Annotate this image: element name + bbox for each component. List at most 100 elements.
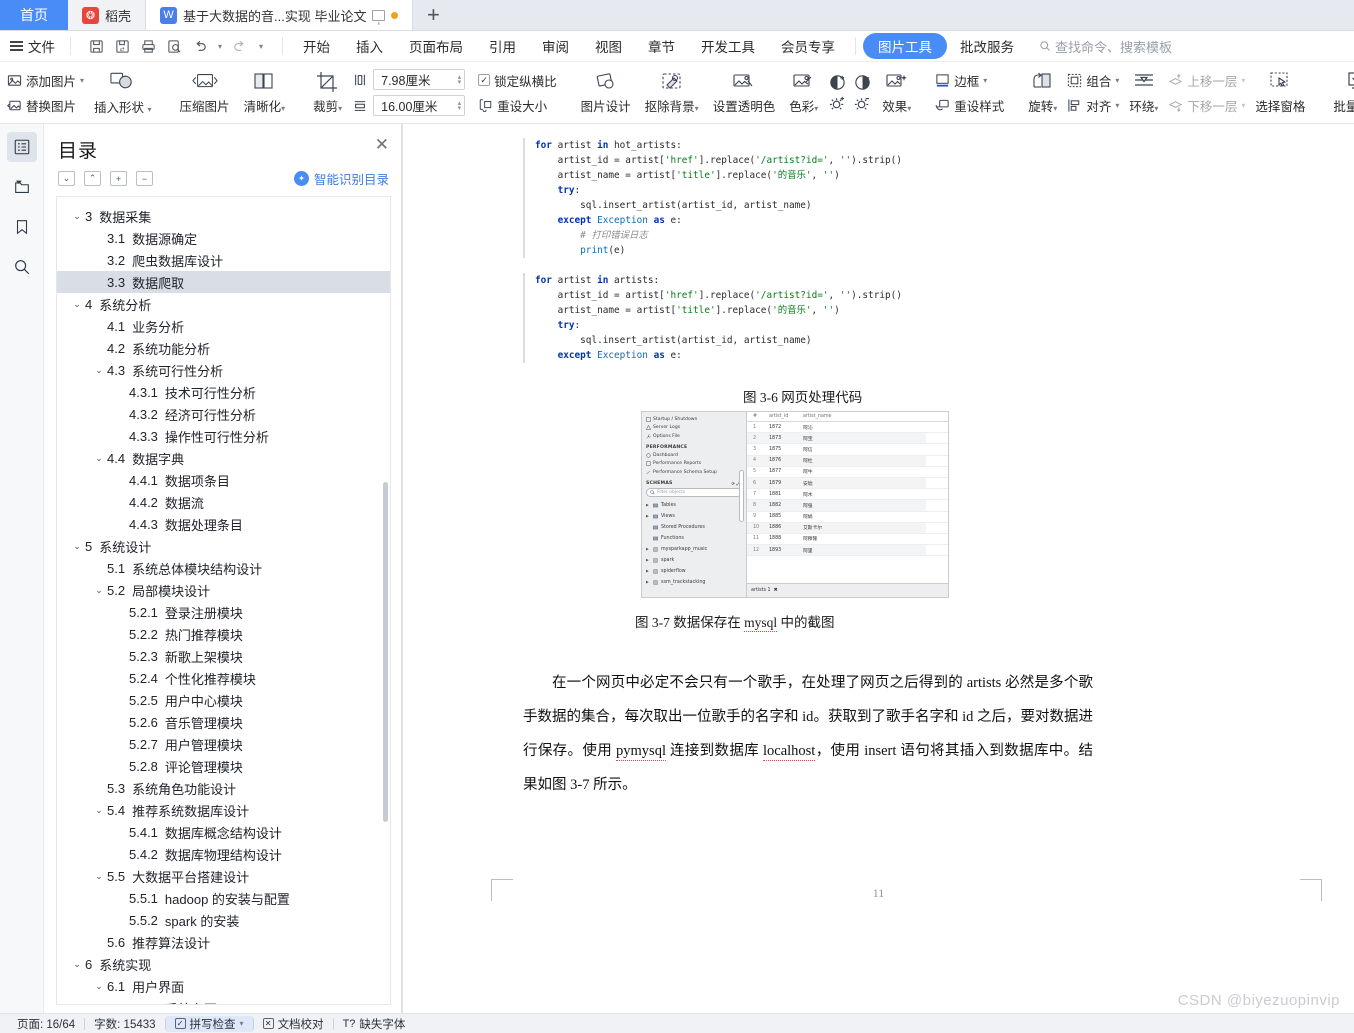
chevron-down-icon[interactable]: ⌄ bbox=[91, 453, 107, 464]
undo-icon[interactable] bbox=[188, 35, 213, 58]
outline-item[interactable]: ·5.5.2 spark 的安装 bbox=[57, 909, 390, 931]
selection-pane-button[interactable]: 选择窗格 bbox=[1248, 69, 1312, 117]
tab-start[interactable]: 开始 bbox=[290, 33, 343, 59]
chevron-down-icon[interactable]: ⌄ bbox=[69, 299, 85, 310]
outline-item[interactable]: ·5.4.1 数据库概念结构设计 bbox=[57, 821, 390, 843]
presentation-icon[interactable] bbox=[372, 9, 386, 21]
outline-item[interactable]: ·3.2 爬虫数据库设计 bbox=[57, 249, 390, 271]
outline-item[interactable]: ·4.3.2 经济可行性分析 bbox=[57, 403, 390, 425]
search-icon[interactable] bbox=[7, 252, 37, 282]
chevron-down-icon[interactable]: ⌄ bbox=[69, 211, 85, 222]
contrast-decrease-button[interactable] bbox=[850, 72, 875, 93]
chevron-down-icon[interactable]: ⌄ bbox=[91, 981, 107, 992]
tab-references[interactable]: 引用 bbox=[476, 33, 529, 59]
outline-item[interactable]: ⌄ 5.5 大数据平台搭建设计 bbox=[57, 865, 390, 887]
outline-item[interactable]: ·5.3 系统角色功能设计 bbox=[57, 777, 390, 799]
spell-check-button[interactable]: ✓ 拼写检查 ▾ bbox=[165, 1015, 253, 1032]
outline-item[interactable]: ·4.1 业务分析 bbox=[57, 315, 390, 337]
bookmark-icon[interactable] bbox=[7, 212, 37, 242]
outline-item[interactable]: ·4.4.1 数据项条目 bbox=[57, 469, 390, 491]
thumbnail-icon[interactable] bbox=[7, 172, 37, 202]
tab-section[interactable]: 章节 bbox=[635, 33, 688, 59]
outline-item[interactable]: ·5.6 推荐算法设计 bbox=[57, 931, 390, 953]
outline-list[interactable]: ⌄3数据采集·3.1数据源确定·3.2爬虫数据库设计·3.3数据爬取⌄4系统分析… bbox=[56, 196, 391, 1005]
collapse-up-icon[interactable]: ⌃ bbox=[84, 171, 101, 186]
stepper-icon[interactable]: ▴ ▾ bbox=[458, 74, 462, 86]
new-tab-button[interactable]: + bbox=[413, 0, 454, 30]
brightness-increase-button[interactable] bbox=[825, 93, 850, 114]
outline-item[interactable]: ·4.4.3 数据处理条目 bbox=[57, 513, 390, 535]
outline-item[interactable]: ·5.4.2 数据库物理结构设计 bbox=[57, 843, 390, 865]
align-button[interactable]: 对齐 ▾ bbox=[1064, 95, 1122, 116]
batch-process-button[interactable]: 批量处理 bbox=[1326, 69, 1354, 117]
save-icon[interactable] bbox=[84, 35, 109, 58]
tab-review[interactable]: 审阅 bbox=[529, 33, 582, 59]
outline-item[interactable]: ·4.3.1 技术可行性分析 bbox=[57, 381, 390, 403]
outline-item[interactable]: ·5.1 系统总体模块结构设计 bbox=[57, 557, 390, 579]
outline-item[interactable]: ·3.3 数据爬取 bbox=[57, 271, 390, 293]
reset-style-button[interactable]: 重设样式 bbox=[932, 95, 1007, 116]
tab-picture-tools[interactable]: 图片工具 bbox=[863, 33, 947, 59]
picture-design-button[interactable]: 图片设计 bbox=[574, 69, 638, 117]
smart-outline-button[interactable]: ✦ 智能识别目录 bbox=[293, 169, 389, 188]
save-as-icon[interactable]: ⇄ bbox=[110, 35, 135, 58]
remove-background-button[interactable]: 抠除背景▾ bbox=[638, 69, 706, 117]
command-search[interactable]: 查找命令、搜索模板 bbox=[1039, 37, 1172, 56]
group-button[interactable]: 组合 ▾ bbox=[1064, 70, 1122, 91]
outline-item[interactable]: ·5.2.3 新歌上架模块 bbox=[57, 645, 390, 667]
chevron-down-icon[interactable]: ⌄ bbox=[91, 871, 107, 882]
outline-item[interactable]: ⌄ 5.4 推荐系统数据库设计 bbox=[57, 799, 390, 821]
set-transparent-color-button[interactable]: 设置透明色 bbox=[706, 69, 783, 117]
brightness-decrease-button[interactable] bbox=[850, 93, 875, 114]
outline-item[interactable]: ·4.3.3 操作性可行性分析 bbox=[57, 425, 390, 447]
outline-item[interactable]: ·4.4.2 数据流 bbox=[57, 491, 390, 513]
outline-item[interactable]: ·5.2.7 用户管理模块 bbox=[57, 733, 390, 755]
filter-objects-input[interactable]: Filter objects bbox=[646, 487, 742, 497]
color-button[interactable]: 色彩▾ bbox=[782, 69, 825, 117]
expand-down-icon[interactable]: ⌄ bbox=[58, 171, 75, 186]
contrast-increase-button[interactable] bbox=[825, 72, 850, 93]
file-menu-button[interactable]: 文件 bbox=[6, 36, 63, 56]
outline-item[interactable]: ⌄ 6.1 用户界面 bbox=[57, 975, 390, 997]
proofread-button[interactable]: ✕ 文档校对 bbox=[254, 1016, 333, 1032]
chevron-down-icon[interactable]: ⌄ bbox=[91, 805, 107, 816]
outline-scrollbar[interactable] bbox=[383, 482, 388, 822]
customize-qat-icon[interactable]: ▾ bbox=[253, 35, 269, 58]
outline-item[interactable]: ·5.2.1 登录注册模块 bbox=[57, 601, 390, 623]
outline-item[interactable]: ·5.2.8 评论管理模块 bbox=[57, 755, 390, 777]
picture-height-input[interactable]: 7.98厘米 ▴ ▾ bbox=[373, 69, 466, 90]
outline-item[interactable]: ·5.2.5 用户中心模块 bbox=[57, 689, 390, 711]
crop-button[interactable]: 裁剪▾ bbox=[306, 69, 349, 117]
tab-docer[interactable]: ❂ 稻壳 bbox=[68, 0, 147, 30]
tab-correction-service[interactable]: 批改服务 bbox=[947, 33, 1027, 59]
tab-view[interactable]: 视图 bbox=[582, 33, 635, 59]
outline-item[interactable]: ⌄ 5 系统设计 bbox=[57, 535, 390, 557]
chevron-down-icon[interactable]: ⌄ bbox=[69, 959, 85, 970]
outline-item[interactable]: ⌄ 4 系统分析 bbox=[57, 293, 390, 315]
tab-home[interactable]: 首页 bbox=[0, 0, 68, 30]
outline-item[interactable]: ⌄ 4.3 系统可行性分析 bbox=[57, 359, 390, 381]
page-indicator[interactable]: 页面: 16/64 bbox=[8, 1016, 84, 1032]
tab-member-exclusive[interactable]: 会员专享 bbox=[768, 33, 848, 59]
outline-item[interactable]: ⌄ 5.2 局部模块设计 bbox=[57, 579, 390, 601]
rotate-button[interactable]: 旋转▾ bbox=[1021, 69, 1064, 117]
word-count[interactable]: 字数: 15433 bbox=[85, 1016, 164, 1032]
close-icon[interactable]: ✕ bbox=[375, 136, 389, 153]
outline-item[interactable]: ⌄ 6 系统实现 bbox=[57, 953, 390, 975]
outline-item[interactable]: ·6.1.1 系统主页 bbox=[57, 997, 390, 1005]
collapse-all-icon[interactable]: − bbox=[136, 171, 153, 186]
outline-item[interactable]: ·5.2.4 个性化推荐模块 bbox=[57, 667, 390, 689]
chevron-down-icon[interactable]: ⌄ bbox=[91, 365, 107, 376]
outline-item[interactable]: ·5.2.6 音乐管理模块 bbox=[57, 711, 390, 733]
print-preview-icon[interactable] bbox=[162, 35, 187, 58]
document-canvas[interactable]: for artist in hot_artists: artist_id = a… bbox=[402, 124, 1354, 1013]
outline-item[interactable]: ⌄ 3 数据采集 bbox=[57, 205, 390, 227]
compress-picture-button[interactable]: 压缩图片 bbox=[173, 69, 237, 117]
picture-width-input[interactable]: 16.00厘米 ▴ ▾ bbox=[373, 95, 466, 116]
lock-aspect-ratio-checkbox[interactable]: ✓ 锁定纵横比 bbox=[475, 70, 560, 91]
outline-icon[interactable] bbox=[6, 132, 37, 162]
insert-shape-button[interactable]: 插入形状 ▾ bbox=[87, 68, 159, 118]
replace-picture-button[interactable]: 替换图片 bbox=[4, 95, 87, 116]
print-icon[interactable] bbox=[136, 35, 161, 58]
tab-document[interactable]: W 基于大数据的音...实现 毕业论文 bbox=[146, 0, 414, 30]
